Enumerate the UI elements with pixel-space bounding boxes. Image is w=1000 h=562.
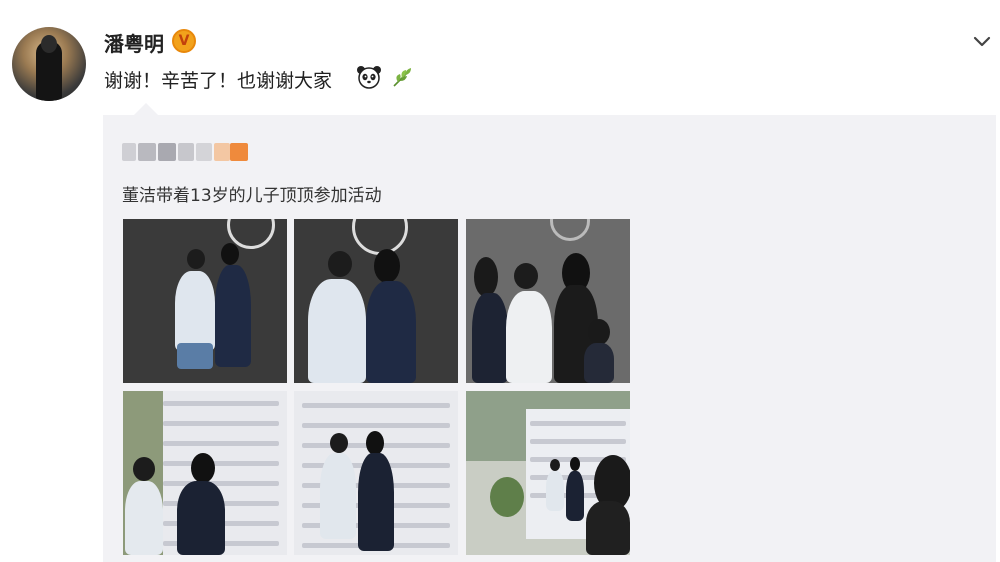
head bbox=[133, 457, 155, 481]
backdrop-pattern bbox=[530, 439, 626, 444]
boy-shorts bbox=[177, 343, 213, 369]
head bbox=[374, 249, 400, 283]
head bbox=[570, 457, 580, 471]
post-text: 谢谢！辛苦了！也谢谢大家 bbox=[104, 70, 333, 92]
boy-figure bbox=[320, 453, 356, 539]
boy-figure bbox=[506, 291, 552, 383]
photo-thumbnail-6[interactable] bbox=[466, 391, 630, 555]
woman-figure bbox=[366, 281, 416, 383]
head bbox=[187, 249, 205, 269]
foreground-figure bbox=[586, 501, 630, 555]
verified-icon: V bbox=[172, 29, 196, 53]
photo-thumbnail-4[interactable] bbox=[123, 391, 287, 555]
backdrop-pattern bbox=[163, 481, 279, 486]
panda-emoji-icon bbox=[357, 66, 381, 89]
backdrop-pattern bbox=[163, 441, 279, 446]
leaf-emoji-icon bbox=[393, 68, 411, 87]
head bbox=[588, 319, 610, 345]
logo-ring bbox=[550, 219, 590, 241]
woman-figure bbox=[215, 265, 251, 367]
head bbox=[330, 433, 348, 453]
photo-thumbnail-5[interactable] bbox=[294, 391, 458, 555]
backdrop-pattern bbox=[530, 421, 626, 426]
avatar-head bbox=[41, 35, 57, 53]
backdrop-pattern bbox=[163, 421, 279, 426]
backdrop-pattern bbox=[302, 403, 450, 408]
logo-ring bbox=[352, 219, 408, 255]
head bbox=[191, 453, 215, 483]
head bbox=[550, 459, 560, 471]
head bbox=[514, 263, 538, 289]
photo-thumbnail-3[interactable] bbox=[466, 219, 630, 383]
photo-thumbnail-1[interactable] bbox=[123, 219, 287, 383]
head bbox=[366, 431, 384, 455]
repost-text: 董洁带着13岁的儿子顶顶参加活动 bbox=[122, 186, 382, 206]
backdrop-pattern bbox=[163, 401, 279, 406]
boy-figure bbox=[125, 481, 163, 555]
girl-figure bbox=[472, 293, 508, 383]
head bbox=[328, 251, 352, 277]
chevron-down-icon[interactable] bbox=[972, 34, 992, 50]
woman-figure bbox=[358, 453, 394, 551]
repost-caret bbox=[134, 103, 158, 115]
backdrop-pattern bbox=[302, 423, 450, 428]
username[interactable]: 潘粤明 bbox=[104, 28, 164, 57]
photo-thumbnail-2[interactable] bbox=[294, 219, 458, 383]
backdrop-pattern bbox=[163, 461, 279, 466]
woman-figure bbox=[566, 471, 584, 521]
child-figure bbox=[584, 343, 614, 383]
boy-figure bbox=[308, 279, 366, 383]
boy-figure bbox=[546, 471, 564, 511]
user-avatar[interactable] bbox=[12, 27, 86, 101]
head bbox=[221, 243, 239, 265]
weibo-post: 潘粤明 V 谢谢！辛苦了！也谢谢大家 董洁带着13岁的儿子顶顶参加活动 bbox=[0, 0, 1000, 562]
repost-author-blurred[interactable] bbox=[122, 143, 252, 161]
woman-figure bbox=[177, 481, 225, 555]
boy-figure bbox=[175, 271, 215, 351]
plant bbox=[490, 477, 524, 517]
head bbox=[474, 257, 498, 297]
